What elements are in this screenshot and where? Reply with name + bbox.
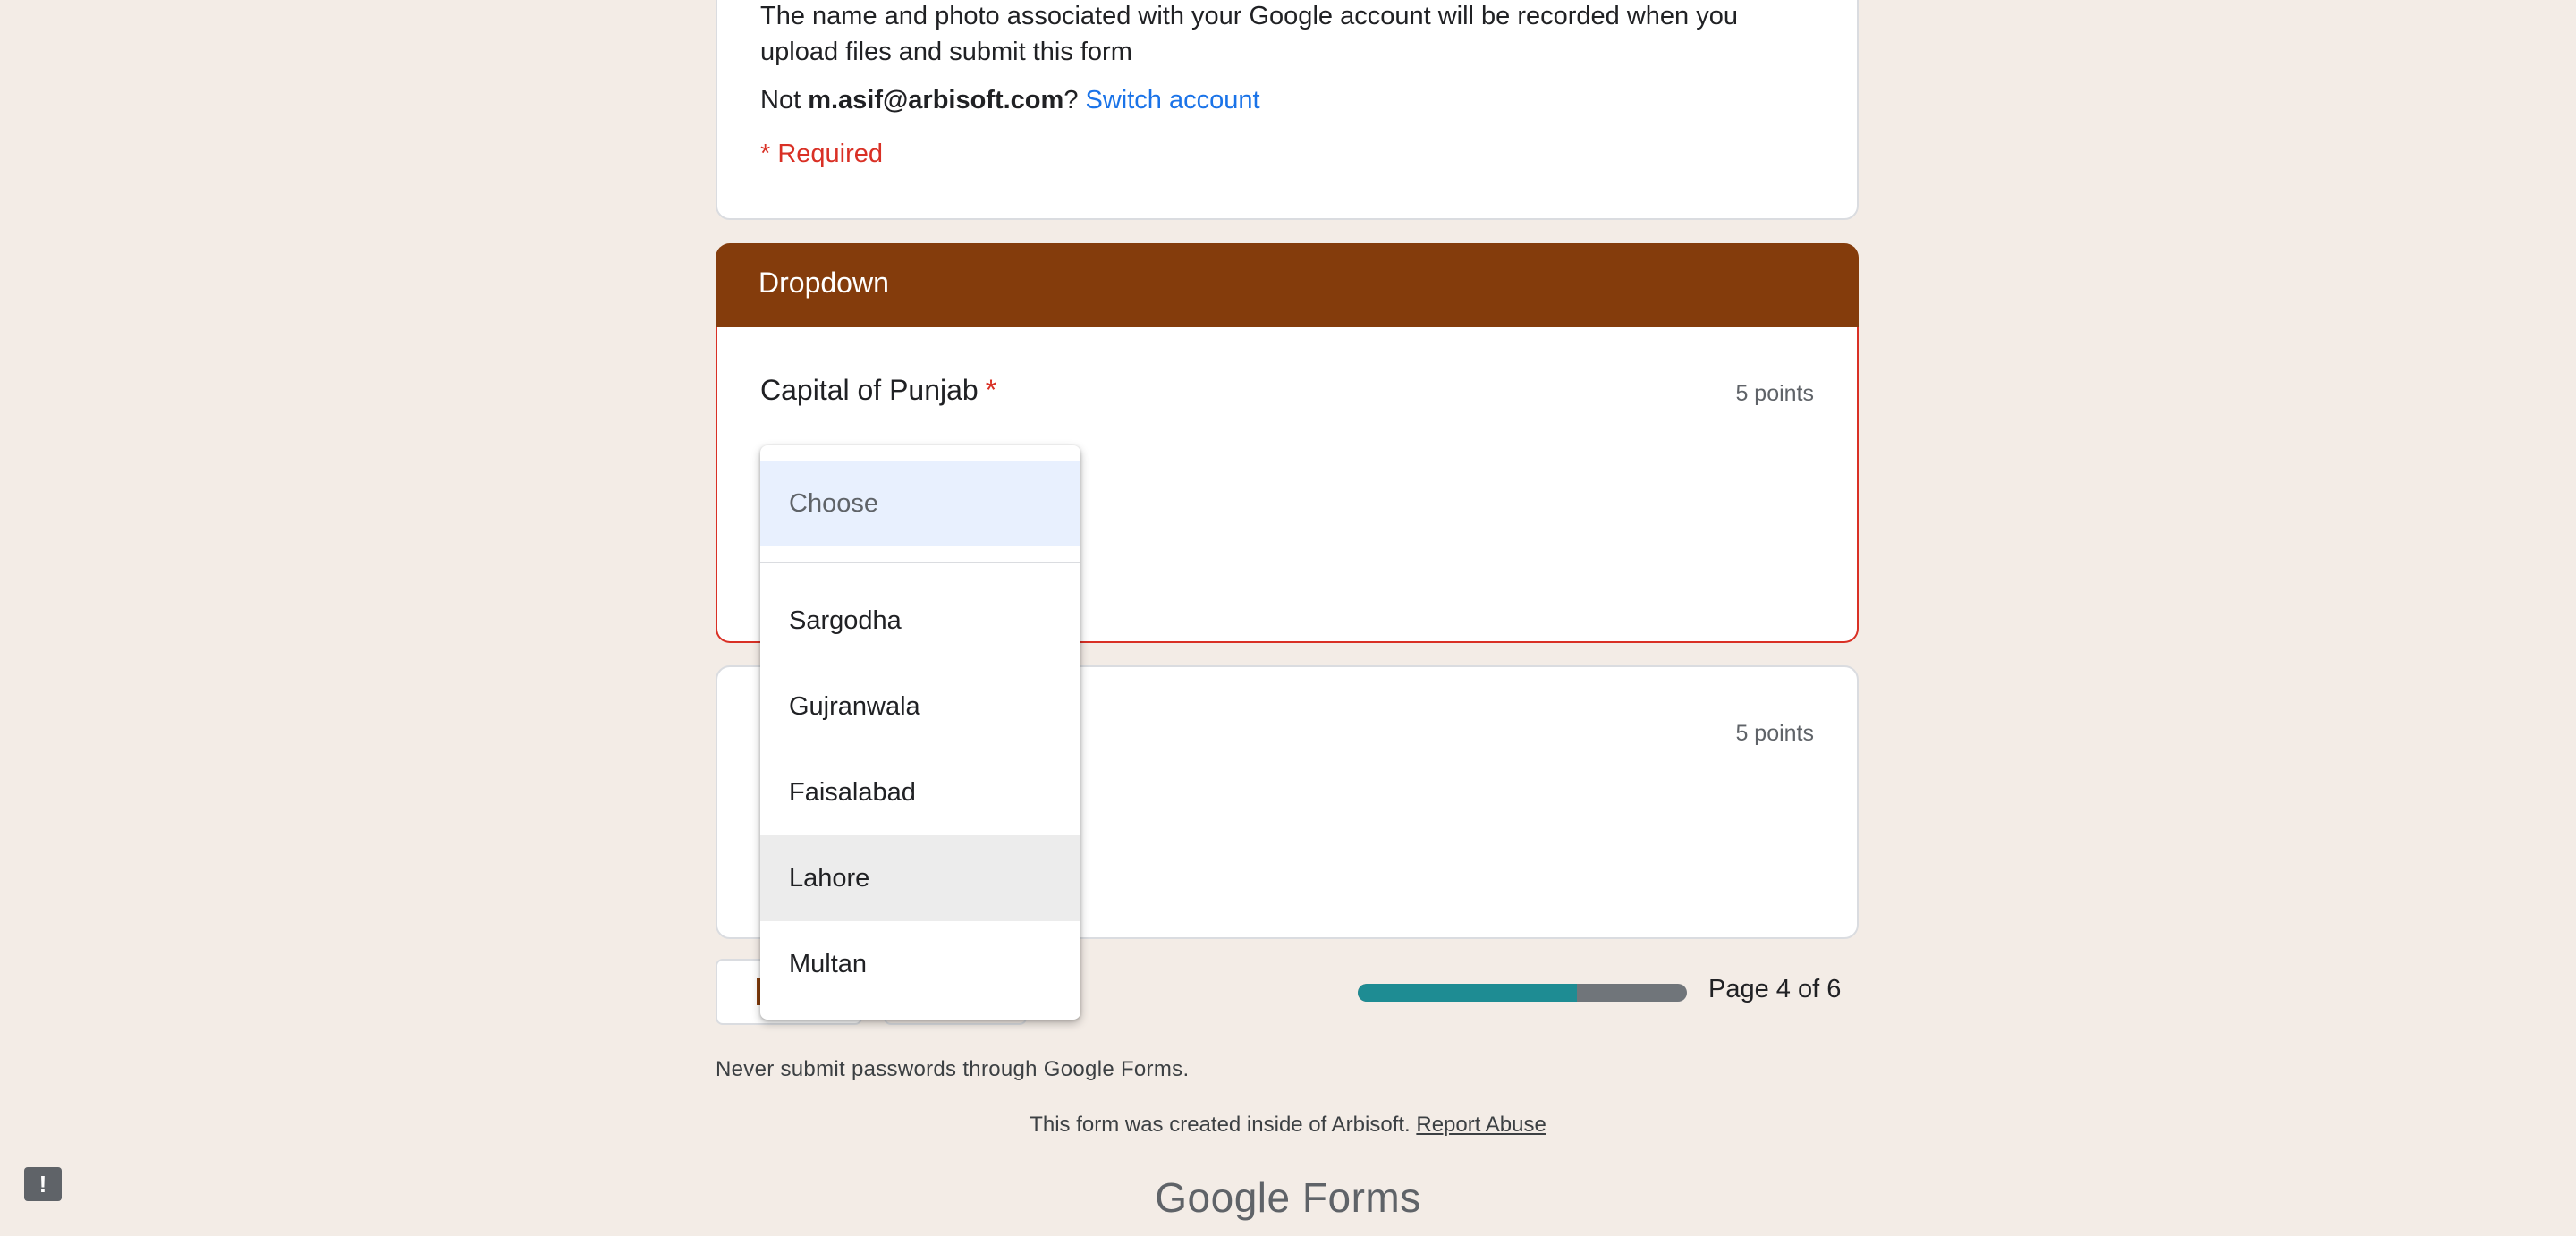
logo-forms-word: Forms [1301, 1174, 1421, 1221]
question-title: Capital of Punjab * [760, 374, 996, 407]
dropdown-option-sargodha[interactable]: Sargodha [760, 578, 1080, 664]
dropdown-option-gujranwala[interactable]: Gujranwala [760, 664, 1080, 749]
required-note: * Required [760, 140, 884, 168]
dropdown-menu[interactable]: Choose Sargodha Gujranwala Faisalabad La… [760, 445, 1080, 1020]
intro-card: The name and photo associated with your … [716, 0, 1859, 220]
section-header: Dropdown [716, 243, 1859, 329]
dropdown-option-multan[interactable]: Multan [760, 921, 1080, 1007]
progress-bar-fill [1358, 984, 1578, 1002]
progress-bar [1358, 984, 1687, 1002]
report-abuse-link[interactable]: Report Abuse [1416, 1113, 1546, 1137]
not-prefix: Not [760, 86, 809, 114]
switch-account-link[interactable]: Switch account [1086, 86, 1260, 114]
dropdown-option-lahore[interactable]: Lahore [760, 835, 1080, 921]
section-title: Dropdown [758, 267, 889, 299]
question-title-text: Capital of Punjab [760, 374, 979, 406]
question-points: 5 points [1735, 721, 1814, 746]
footer-line: This form was created inside of Arbisoft… [0, 1113, 2576, 1138]
question-mark: ? [1063, 86, 1079, 114]
created-inside-text: This form was created inside of Arbisoft… [1030, 1113, 1411, 1137]
required-asterisk: * [985, 374, 997, 406]
dropdown-option-choose[interactable]: Choose [760, 461, 1080, 546]
question-points: 5 points [1735, 381, 1814, 406]
google-forms-logo[interactable]: Google Forms [0, 1173, 2576, 1222]
dropdown-divider [760, 562, 1080, 563]
dropdown-option-faisalabad[interactable]: Faisalabad [760, 749, 1080, 835]
account-line: Not m.asif@arbisoft.com? Switch account [760, 82, 1260, 118]
account-email: m.asif@arbisoft.com [808, 86, 1064, 114]
logo-google-word: Google [1155, 1174, 1291, 1221]
feedback-icon[interactable]: ! [24, 1167, 62, 1201]
account-notice: The name and photo associated with your … [760, 2, 1738, 66]
page-indicator: Page 4 of 6 [1708, 975, 1842, 1003]
password-warning: Never submit passwords through Google Fo… [716, 1057, 1190, 1081]
